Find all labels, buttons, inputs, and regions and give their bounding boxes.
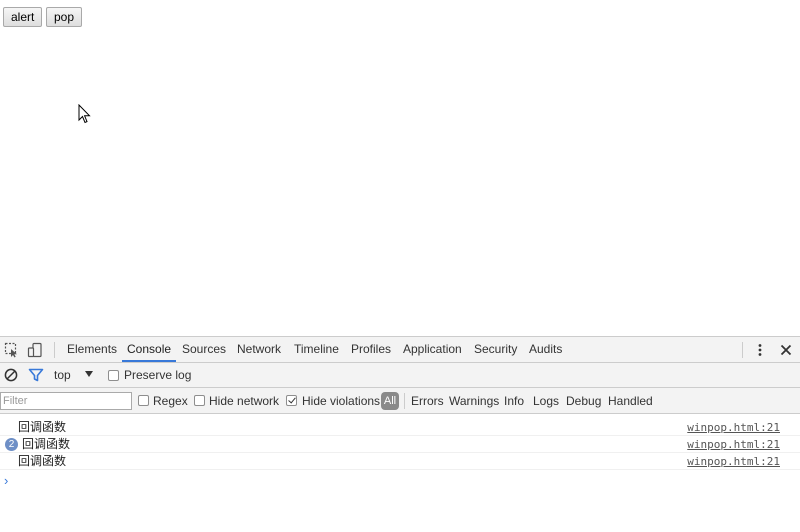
console-message-source-link[interactable]: winpop.html:21	[687, 438, 780, 451]
page-viewport: alert pop	[0, 0, 800, 336]
console-filter-bar: Regex Hide network Hide violations All E…	[0, 388, 800, 414]
dropdown-arrow-icon[interactable]	[84, 369, 94, 379]
tab-console[interactable]: Console	[122, 337, 177, 362]
inspect-icon[interactable]	[4, 342, 20, 358]
alert-button[interactable]: alert	[3, 7, 43, 27]
devtools-tabbar: Elements Console Sources Network Timelin…	[0, 337, 800, 363]
console-message-text: 回调函数	[18, 420, 67, 434]
device-toggle-icon[interactable]	[27, 342, 43, 358]
repeat-count-badge: 2	[5, 438, 18, 451]
level-all-button[interactable]: All	[381, 392, 399, 410]
tabbar-separator	[54, 342, 55, 358]
level-handled-button[interactable]: Handled	[608, 389, 653, 413]
tabbar-separator	[742, 342, 743, 358]
tab-elements[interactable]: Elements	[67, 337, 117, 362]
preserve-log-checkbox[interactable]	[108, 370, 119, 381]
console-message-text: 回调函数	[18, 454, 67, 468]
context-select[interactable]: top	[54, 363, 71, 387]
console-message-source-link[interactable]: winpop.html:21	[687, 455, 780, 468]
tab-network[interactable]: Network	[237, 337, 281, 362]
console-output: 回调函数 winpop.html:21 2 回调函数 winpop.html:2…	[0, 415, 800, 532]
clear-console-icon[interactable]	[3, 367, 19, 383]
tab-security[interactable]: Security	[474, 337, 517, 362]
level-info-button[interactable]: Info	[504, 389, 524, 413]
pop-button[interactable]: pop	[46, 7, 83, 27]
level-separator	[404, 393, 405, 409]
console-message-text: 回调函数	[22, 437, 71, 451]
hide-network-label: Hide network	[209, 394, 280, 408]
tab-application[interactable]: Application	[403, 337, 462, 362]
mouse-cursor-icon	[78, 104, 91, 124]
hide-network-checkbox[interactable]	[194, 395, 205, 406]
preserve-log-label: Preserve log	[124, 368, 192, 382]
tab-sources[interactable]: Sources	[182, 337, 226, 362]
console-message-source-link[interactable]: winpop.html:21	[687, 421, 780, 434]
filter-icon[interactable]	[28, 367, 44, 383]
close-icon[interactable]	[778, 342, 794, 358]
tab-audits[interactable]: Audits	[529, 337, 562, 362]
hide-violations-checkbox[interactable]	[286, 395, 297, 406]
tab-timeline[interactable]: Timeline	[294, 337, 339, 362]
console-message: 回调函数 winpop.html:21	[0, 453, 800, 470]
tab-profiles[interactable]: Profiles	[351, 337, 391, 362]
level-errors-button[interactable]: Errors	[411, 389, 444, 413]
console-message: 2 回调函数 winpop.html:21	[0, 436, 800, 453]
regex-label: Regex	[153, 394, 188, 408]
level-debug-button[interactable]: Debug	[566, 389, 601, 413]
console-message: 回调函数 winpop.html:21	[0, 419, 800, 436]
devtools-panel: Elements Console Sources Network Timelin…	[0, 336, 800, 532]
filter-input[interactable]	[0, 392, 132, 410]
more-vert-icon[interactable]	[752, 342, 768, 358]
hide-violations-label: Hide violations	[302, 394, 381, 408]
console-prompt[interactable]: ›	[4, 473, 8, 488]
level-logs-button[interactable]: Logs	[533, 389, 559, 413]
regex-checkbox[interactable]	[138, 395, 149, 406]
level-warnings-button[interactable]: Warnings	[449, 389, 499, 413]
console-toolbar: top Preserve log	[0, 363, 800, 388]
